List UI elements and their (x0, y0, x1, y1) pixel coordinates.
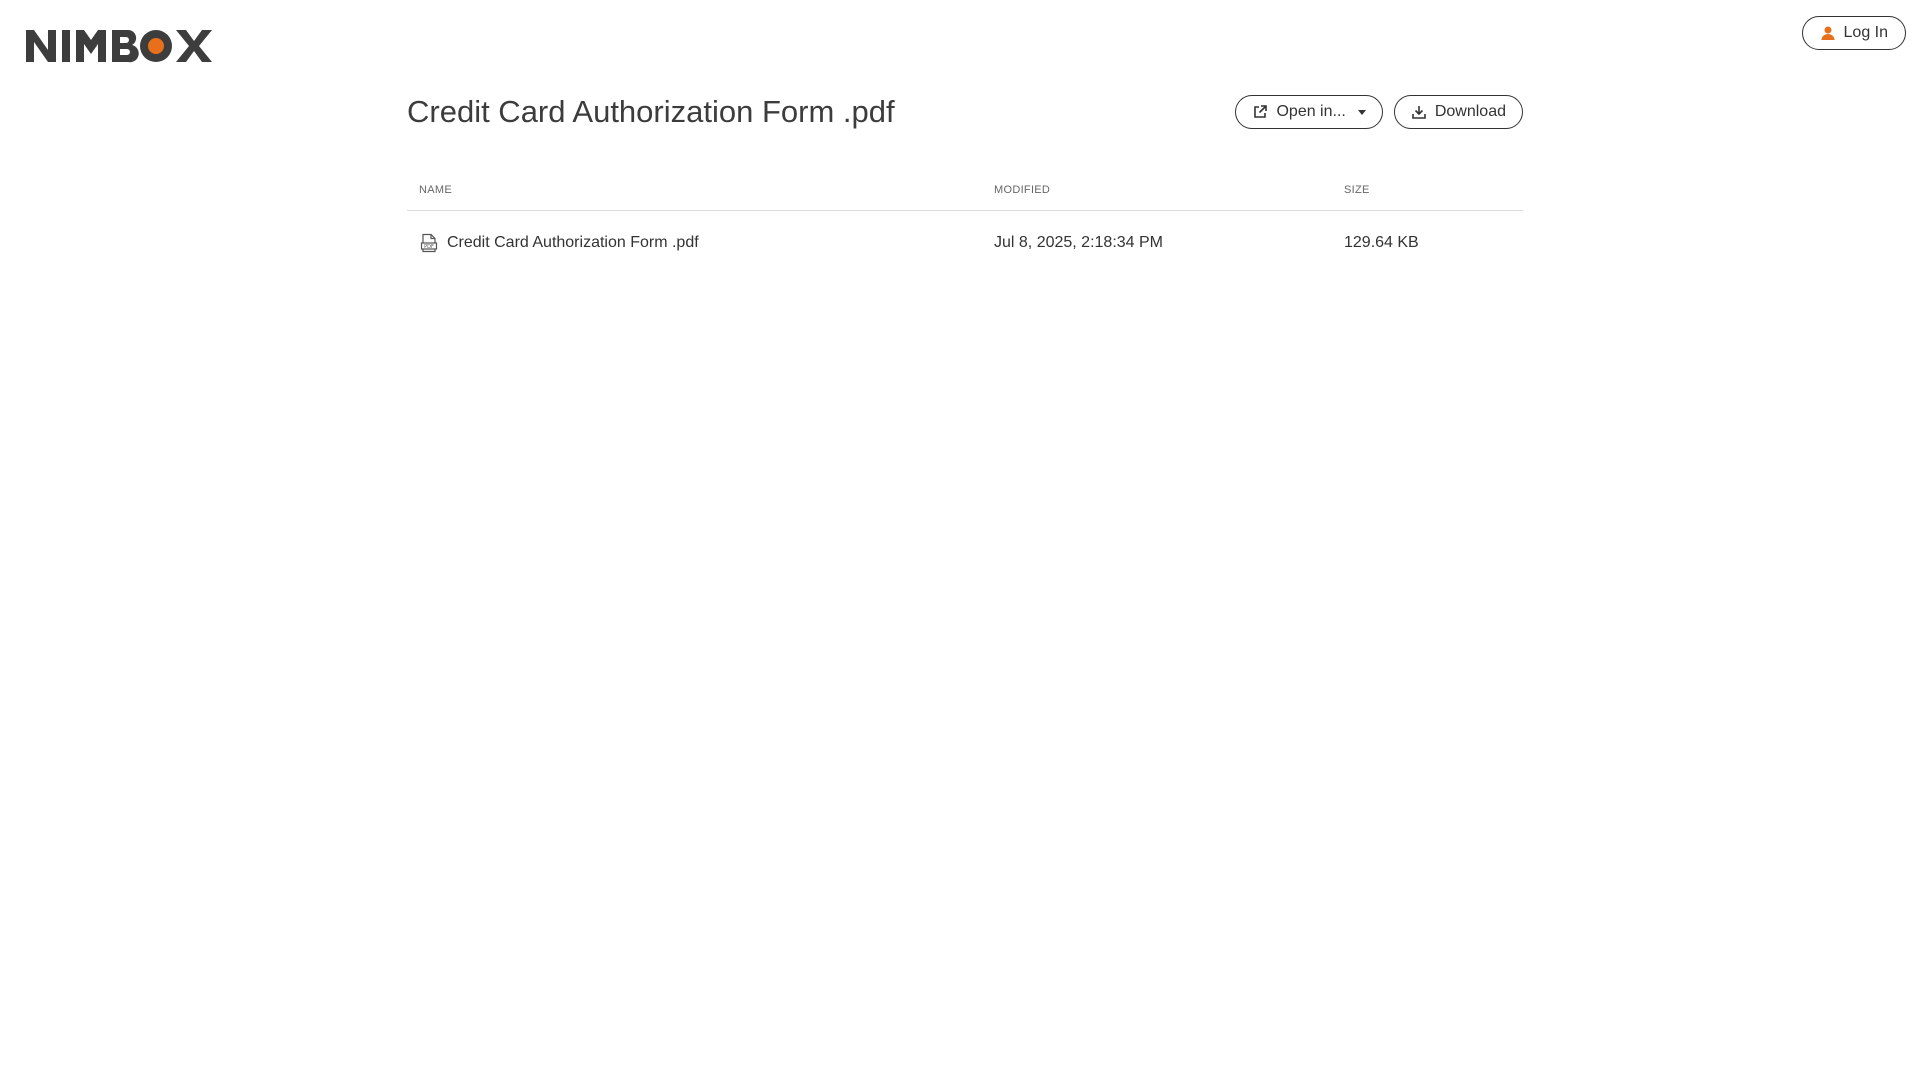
table-header: NAME MODIFIED SIZE (407, 170, 1523, 211)
user-icon (1820, 25, 1836, 41)
file-name-link[interactable]: Credit Card Authorization Form .pdf (447, 234, 699, 252)
download-icon (1411, 104, 1427, 120)
pdf-file-icon: PDF (419, 233, 439, 253)
nimbox-logo[interactable] (26, 28, 224, 64)
file-name-cell: PDF Credit Card Authorization Form .pdf (407, 233, 994, 253)
table-row[interactable]: PDF Credit Card Authorization Form .pdf … (407, 211, 1523, 275)
column-header-size[interactable]: SIZE (1344, 184, 1523, 196)
chevron-down-icon (1357, 109, 1366, 115)
open-in-button[interactable]: Open in... (1235, 95, 1383, 129)
download-button[interactable]: Download (1393, 95, 1523, 129)
login-label: Log In (1843, 24, 1888, 41)
top-bar: Log In (0, 0, 1920, 80)
file-table: NAME MODIFIED SIZE PDF Credit Card Autho… (407, 170, 1523, 275)
svg-text:PDF: PDF (424, 244, 434, 250)
column-header-modified[interactable]: MODIFIED (994, 184, 1344, 196)
column-header-name[interactable]: NAME (407, 184, 994, 196)
download-label: Download (1434, 103, 1506, 120)
login-button[interactable]: Log In (1801, 16, 1906, 50)
file-actions: Open in... Download (1235, 95, 1523, 129)
page-title: Credit Card Authorization Form .pdf (407, 94, 895, 129)
logo-graphic (26, 29, 212, 63)
modified-cell: Jul 8, 2025, 2:18:34 PM (994, 234, 1163, 251)
external-link-icon (1252, 104, 1268, 120)
size-cell: 129.64 KB (1344, 234, 1419, 251)
open-in-label: Open in... (1276, 103, 1346, 120)
